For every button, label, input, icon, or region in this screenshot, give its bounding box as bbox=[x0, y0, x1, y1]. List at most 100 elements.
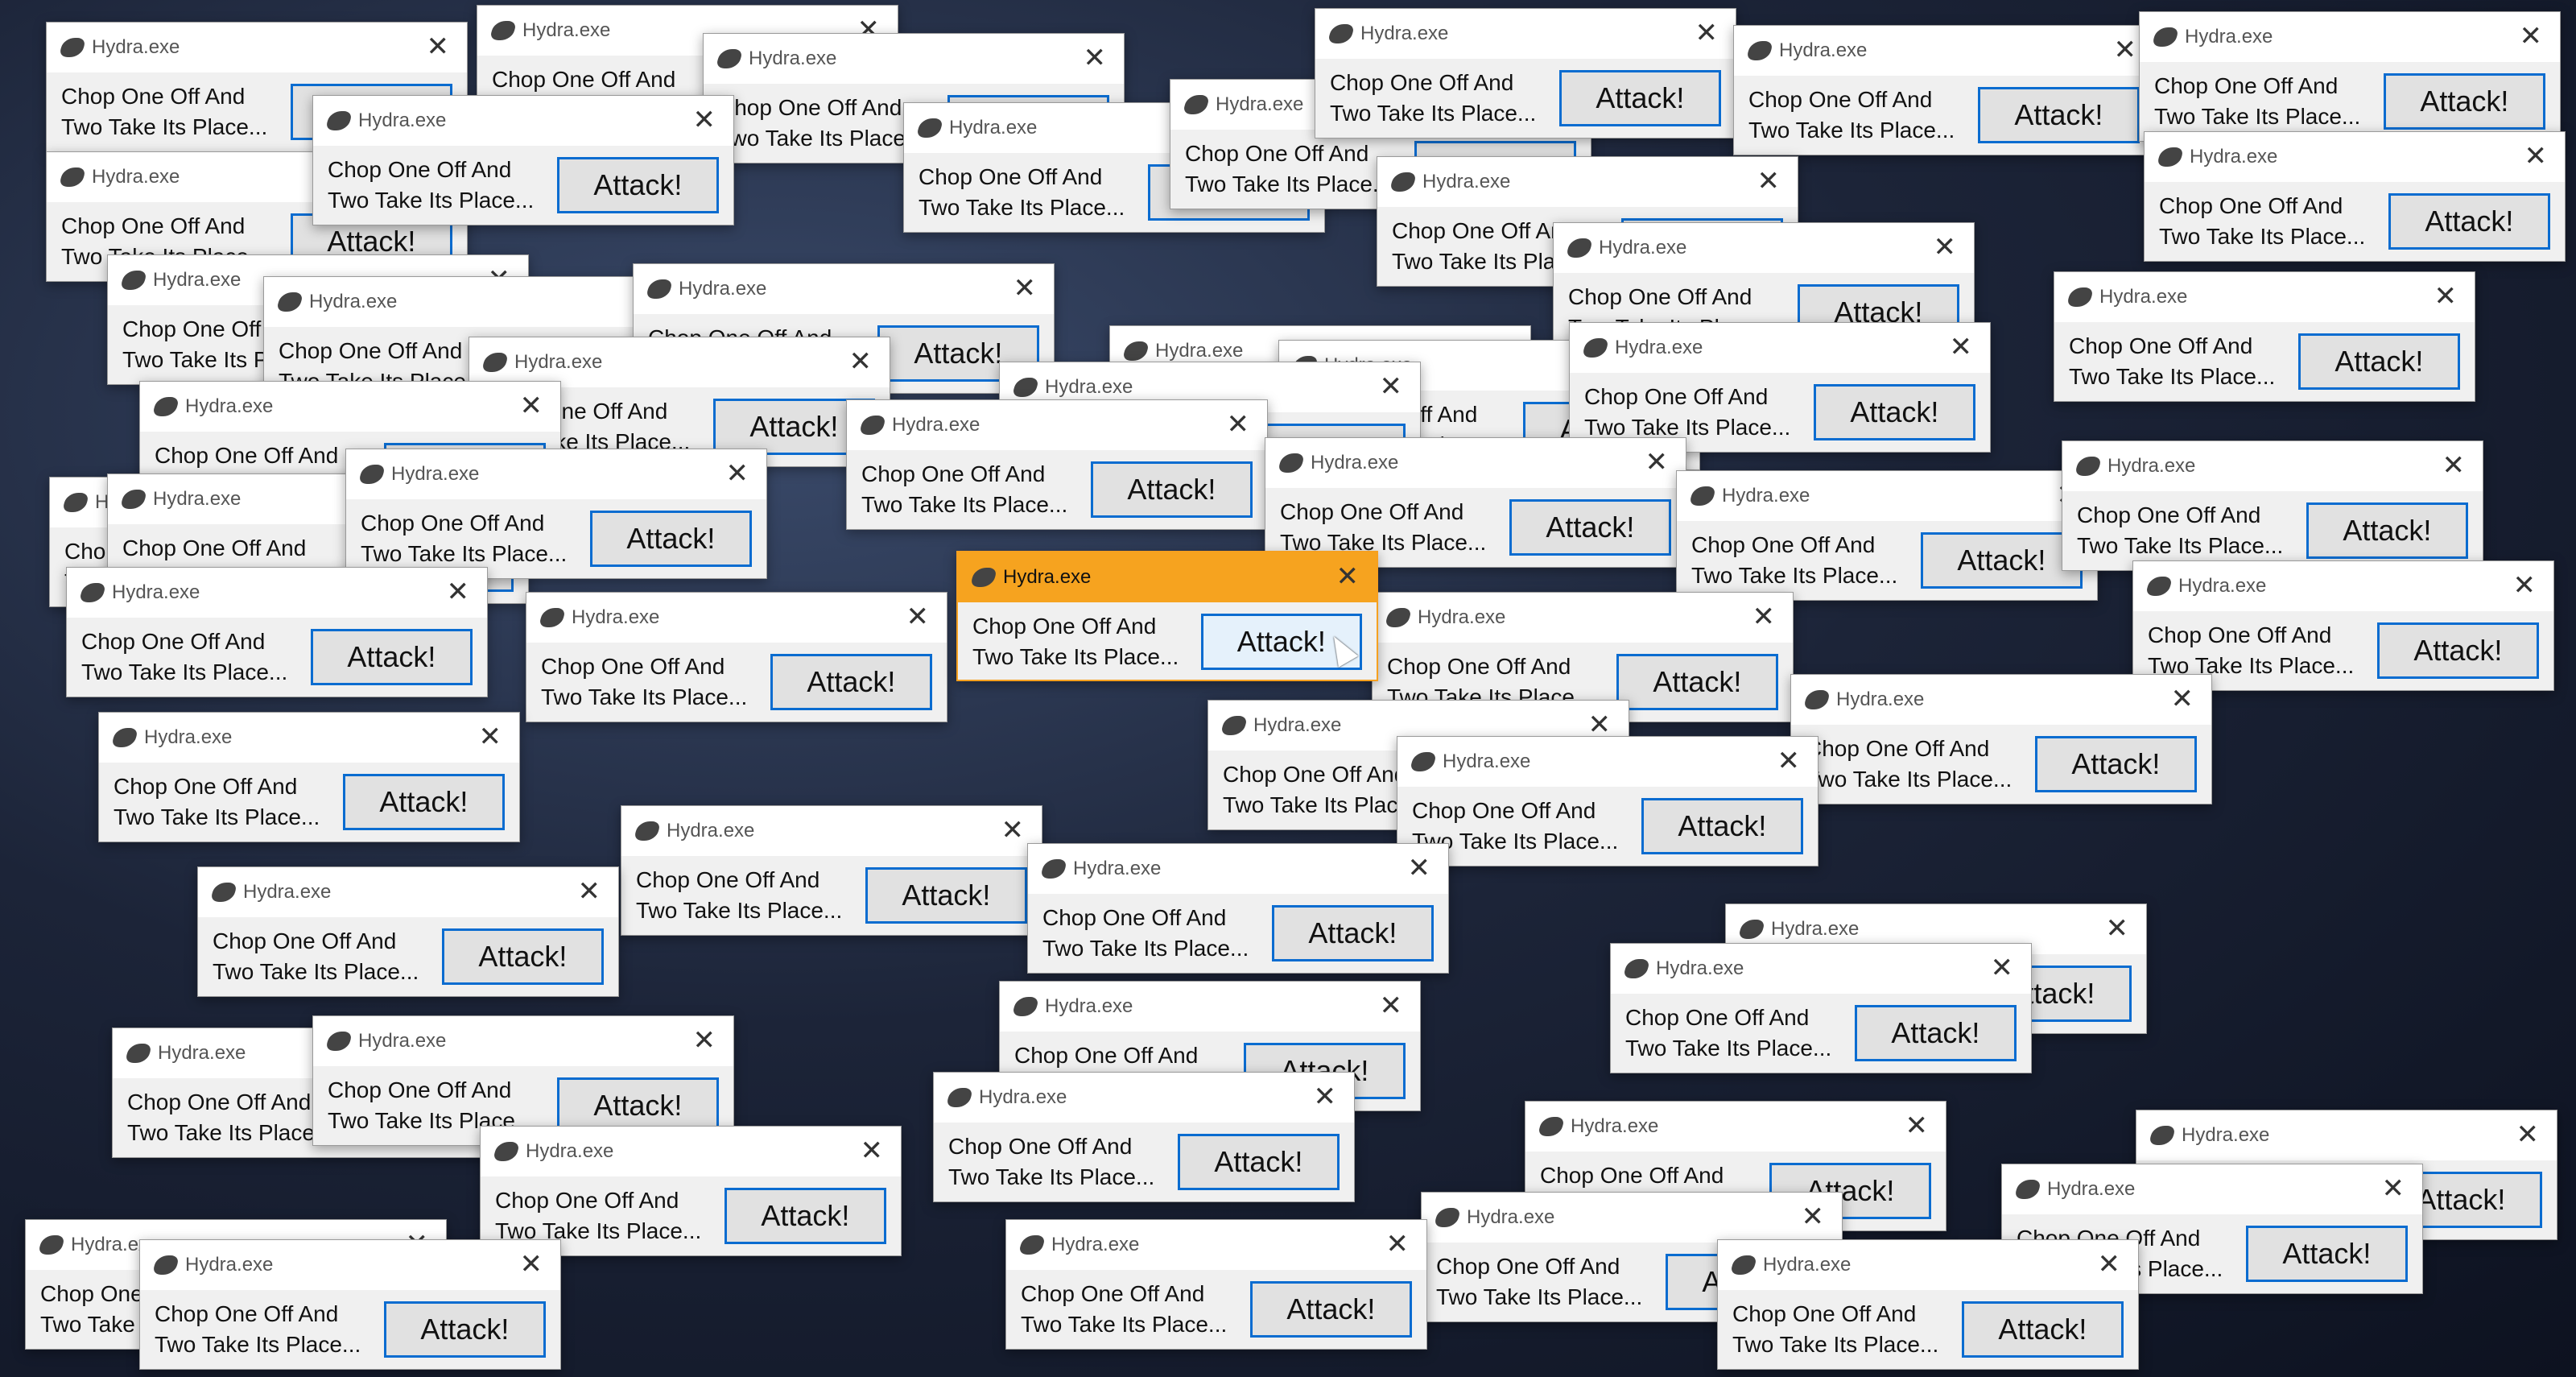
title-bar[interactable]: Hydra.exe ✕ bbox=[140, 382, 560, 432]
attack-button[interactable]: Attack! bbox=[556, 157, 719, 213]
title-bar[interactable]: Hydra.exe ✕ bbox=[1006, 1220, 1426, 1270]
title-bar[interactable]: Hydra.exe ✕ bbox=[1525, 1102, 1946, 1152]
attack-button[interactable]: Attack! bbox=[310, 629, 473, 685]
attack-button[interactable]: Attack! bbox=[2376, 622, 2539, 679]
hydra-dialog-window[interactable]: Hydra.exe ✕ Chop One Off And Two Take It… bbox=[621, 805, 1042, 936]
close-button[interactable]: ✕ bbox=[1380, 990, 1403, 1022]
attack-button[interactable]: Attack! bbox=[2297, 333, 2460, 390]
hydra-dialog-window[interactable]: Hydra.exe ✕ Chop One Off And Two Take It… bbox=[312, 95, 734, 225]
attack-button[interactable]: Attack! bbox=[1558, 70, 1721, 126]
title-bar[interactable]: Hydra.exe ✕ bbox=[2136, 1110, 2557, 1160]
hydra-dialog-window[interactable]: Hydra.exe ✕ Chop One Off And Two Take It… bbox=[1790, 674, 2212, 804]
attack-button[interactable]: Attack! bbox=[342, 774, 505, 830]
attack-button[interactable]: Attack! bbox=[589, 511, 752, 567]
title-bar[interactable]: Hydra.exe ✕ bbox=[1265, 438, 1686, 488]
attack-button[interactable]: Attack! bbox=[2388, 193, 2550, 250]
attack-button[interactable]: Attack! bbox=[1961, 1301, 2124, 1358]
title-bar[interactable]: Hydra.exe ✕ bbox=[2145, 132, 2565, 182]
close-button[interactable]: ✕ bbox=[2434, 280, 2458, 312]
hydra-dialog-window[interactable]: Hydra.exe ✕ Chop One Off And Two Take It… bbox=[1265, 437, 1686, 568]
close-button[interactable]: ✕ bbox=[1336, 560, 1360, 593]
close-button[interactable]: ✕ bbox=[2382, 1172, 2405, 1205]
title-bar[interactable]: Hydra.exe ✕ bbox=[1570, 323, 1990, 373]
attack-button[interactable]: Attack! bbox=[2306, 502, 2468, 559]
title-bar[interactable]: Hydra.exe ✕ bbox=[1397, 737, 1818, 787]
title-bar[interactable]: Hydra.exe ✕ bbox=[264, 277, 684, 327]
title-bar[interactable]: Hydra.exe ✕ bbox=[526, 593, 947, 643]
close-button[interactable]: ✕ bbox=[520, 390, 543, 422]
close-button[interactable]: ✕ bbox=[447, 576, 470, 608]
close-button[interactable]: ✕ bbox=[1695, 17, 1719, 49]
attack-button[interactable]: Attack! bbox=[1090, 461, 1253, 518]
attack-button[interactable]: Attack! bbox=[770, 654, 932, 710]
attack-button[interactable]: Attack! bbox=[1854, 1005, 2017, 1061]
title-bar[interactable]: Hydra.exe ✕ bbox=[1677, 471, 2097, 521]
hydra-dialog-window[interactable]: Hydra.exe ✕ Chop One Off And Two Take It… bbox=[1027, 843, 1449, 974]
title-bar[interactable]: Hydra.exe ✕ bbox=[934, 1073, 1354, 1123]
hydra-dialog-window[interactable]: Hydra.exe ✕ Chop One Off And Two Take It… bbox=[480, 1126, 902, 1256]
close-button[interactable]: ✕ bbox=[1950, 331, 1973, 363]
hydra-dialog-window[interactable]: Hydra.exe ✕ Chop One Off And Two Take It… bbox=[1717, 1239, 2139, 1370]
attack-button[interactable]: Attack! bbox=[2034, 736, 2197, 792]
title-bar[interactable]: Hydra.exe ✕ bbox=[958, 552, 1377, 602]
close-button[interactable]: ✕ bbox=[1777, 745, 1801, 777]
title-bar[interactable]: Hydra.exe ✕ bbox=[1554, 223, 1974, 273]
hydra-dialog-window[interactable]: Hydra.exe ✕ Chop One Off And Two Take It… bbox=[933, 1072, 1355, 1202]
attack-button[interactable]: Attack! bbox=[1641, 798, 1803, 854]
title-bar[interactable]: Hydra.exe ✕ bbox=[1611, 944, 2031, 994]
close-button[interactable]: ✕ bbox=[2513, 569, 2537, 602]
close-button[interactable]: ✕ bbox=[1752, 601, 1776, 633]
close-button[interactable]: ✕ bbox=[2520, 20, 2543, 52]
title-bar[interactable]: Hydra.exe ✕ bbox=[1315, 9, 1736, 59]
attack-button[interactable]: Attack! bbox=[1977, 87, 2140, 143]
hydra-dialog-window[interactable]: Hydra.exe ✕ Chop One Off And Two Take It… bbox=[1676, 470, 2098, 601]
title-bar[interactable]: Hydra.exe ✕ bbox=[704, 34, 1124, 84]
title-bar[interactable]: Hydra.exe ✕ bbox=[481, 1127, 901, 1176]
attack-button[interactable]: Attack! bbox=[2245, 1226, 2408, 1282]
hydra-dialog-window[interactable]: Hydra.exe ✕ Chop One Off And Two Take It… bbox=[66, 567, 488, 697]
hydra-dialog-window[interactable]: Hydra.exe ✕ Chop One Off And Two Take It… bbox=[1610, 943, 2032, 1073]
hydra-dialog-window[interactable]: Hydra.exe ✕ Chop One Off And Two Take It… bbox=[1315, 8, 1736, 139]
hydra-dialog-window[interactable]: Hydra.exe ✕ Chop One Off And Two Take It… bbox=[526, 592, 947, 722]
title-bar[interactable]: Hydra.exe ✕ bbox=[1791, 675, 2211, 725]
close-button[interactable]: ✕ bbox=[1934, 231, 1957, 263]
close-button[interactable]: ✕ bbox=[861, 1135, 884, 1167]
close-button[interactable]: ✕ bbox=[2114, 34, 2137, 66]
close-button[interactable]: ✕ bbox=[693, 1024, 716, 1057]
title-bar[interactable]: Hydra.exe ✕ bbox=[99, 713, 519, 763]
close-button[interactable]: ✕ bbox=[427, 31, 450, 63]
hydra-dialog-window[interactable]: Hydra.exe ✕ Chop One Off And Two Take It… bbox=[2062, 440, 2483, 571]
hydra-dialog-window[interactable]: Hydra.exe ✕ Chop One Off And Two Take It… bbox=[2139, 11, 2561, 142]
title-bar[interactable]: Hydra.exe ✕ bbox=[469, 337, 890, 387]
hydra-dialog-window[interactable]: Hydra.exe ✕ Chop One Off And Two Take It… bbox=[1733, 25, 2155, 155]
hydra-dialog-window[interactable]: Hydra.exe ✕ Chop One Off And Two Take It… bbox=[1005, 1219, 1427, 1350]
hydra-dialog-window[interactable]: Hydra.exe ✕ Chop One Off And Two Take It… bbox=[345, 449, 767, 579]
title-bar[interactable]: Hydra.exe ✕ bbox=[847, 400, 1267, 450]
close-button[interactable]: ✕ bbox=[1802, 1201, 1825, 1233]
title-bar[interactable]: Hydra.exe ✕ bbox=[1000, 982, 1420, 1032]
close-button[interactable]: ✕ bbox=[2524, 140, 2548, 172]
attack-button[interactable]: Attack! bbox=[1813, 384, 1975, 440]
hydra-dialog-window[interactable]: Hydra.exe ✕ Chop One Off And Two Take It… bbox=[197, 866, 619, 997]
close-button[interactable]: ✕ bbox=[1645, 446, 1669, 478]
title-bar[interactable]: Hydra.exe ✕ bbox=[1373, 593, 1793, 643]
hydra-dialog-window[interactable]: Hydra.exe ✕ Chop One Off And Two Take It… bbox=[2144, 131, 2566, 262]
hydra-dialog-window[interactable]: Hydra.exe ✕ Chop One Off And Two Take It… bbox=[846, 399, 1268, 530]
close-button[interactable]: ✕ bbox=[2171, 683, 2194, 715]
hydra-dialog-window[interactable]: Hydra.exe ✕ Chop One Off And Two Take It… bbox=[2132, 560, 2554, 691]
close-button[interactable]: ✕ bbox=[1408, 852, 1431, 884]
close-button[interactable]: ✕ bbox=[906, 601, 930, 633]
close-button[interactable]: ✕ bbox=[520, 1248, 543, 1280]
hydra-dialog-window[interactable]: Hydra.exe ✕ Chop One Off And Two Take It… bbox=[1569, 322, 1991, 453]
close-button[interactable]: ✕ bbox=[1386, 1228, 1410, 1260]
close-button[interactable]: ✕ bbox=[1380, 370, 1403, 403]
title-bar[interactable]: Hydra.exe ✕ bbox=[346, 449, 766, 499]
close-button[interactable]: ✕ bbox=[1227, 408, 1250, 440]
attack-button[interactable]: Attack! bbox=[1177, 1134, 1340, 1190]
title-bar[interactable]: Hydra.exe ✕ bbox=[2002, 1164, 2422, 1214]
close-button[interactable]: ✕ bbox=[2442, 449, 2466, 482]
close-button[interactable]: ✕ bbox=[693, 104, 716, 136]
close-button[interactable]: ✕ bbox=[1013, 272, 1037, 304]
attack-button[interactable]: Attack! bbox=[1920, 532, 2083, 589]
attack-button[interactable]: Attack! bbox=[2383, 73, 2545, 130]
